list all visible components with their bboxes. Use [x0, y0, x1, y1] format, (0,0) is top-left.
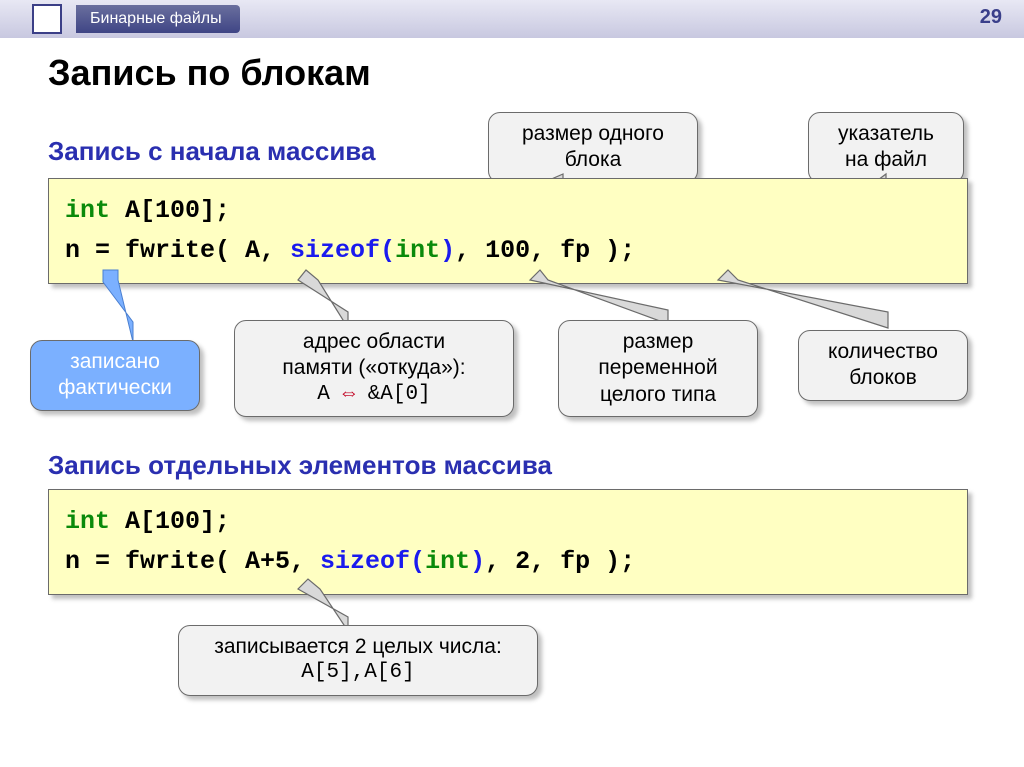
- code-paren: ): [470, 547, 485, 576]
- code-keyword-int: int: [395, 236, 440, 265]
- code-keyword-int: int: [65, 196, 110, 225]
- slide-content: Запись по блокам Запись с начала массива…: [0, 38, 1024, 723]
- code-paren: ): [440, 236, 455, 265]
- page-number: 29: [980, 6, 1002, 29]
- code-block-2: int A[100]; n = fwrite( A+5, sizeof(int)…: [48, 489, 968, 595]
- logo-square: [32, 4, 62, 34]
- code-keyword-sizeof: sizeof: [290, 236, 380, 265]
- code-text: A[100];: [110, 507, 230, 536]
- callout-two-ints: записывается 2 целых числа: A[5],A[6]: [178, 625, 538, 696]
- callout-block-count: количество блоков: [798, 330, 968, 401]
- code-text: , 2, fp );: [485, 547, 635, 576]
- callout-file-pointer: указатель на файл: [808, 112, 964, 183]
- callout-address-line2: памяти («откуда»):: [253, 355, 495, 381]
- code-frag-a0: &A[0]: [368, 383, 431, 406]
- callout-written-actually: записано фактически: [30, 340, 200, 411]
- code-paren: (: [380, 236, 395, 265]
- breadcrumb: Бинарные файлы: [76, 5, 240, 33]
- code-text: n = fwrite( A+5,: [65, 547, 320, 576]
- code-keyword-int: int: [425, 547, 470, 576]
- callout-address-area: адрес области памяти («откуда»): A ⇔ &A[…: [234, 320, 514, 417]
- code2-line2: n = fwrite( A+5, sizeof(int), 2, fp );: [65, 542, 951, 582]
- callout-two-ints-code: A[5],A[6]: [197, 660, 519, 686]
- slide-header: Бинарные файлы 29: [0, 0, 1024, 38]
- code1-line2: n = fwrite( A, sizeof(int), 100, fp );: [65, 231, 951, 271]
- code-paren: (: [410, 547, 425, 576]
- code-frag-a: A: [317, 383, 330, 406]
- section1-heading: Запись с начала массива: [48, 136, 375, 167]
- code2-line1: int A[100];: [65, 502, 951, 542]
- code-keyword-sizeof: sizeof: [320, 547, 410, 576]
- callout-address-code: A ⇔ &A[0]: [253, 382, 495, 408]
- callout-address-line1: адрес области: [253, 329, 495, 355]
- callout-two-ints-line1: записывается 2 целых числа:: [197, 634, 519, 660]
- code1-line1: int A[100];: [65, 191, 951, 231]
- code-keyword-int: int: [65, 507, 110, 536]
- code-block-1: int A[100]; n = fwrite( A, sizeof(int), …: [48, 178, 968, 284]
- arrow-icon: ⇔: [330, 383, 368, 406]
- callout-var-size: размер переменной целого типа: [558, 320, 758, 417]
- callout-block-size: размер одного блока: [488, 112, 698, 183]
- code-text: , 100, fp );: [455, 236, 635, 265]
- page-title: Запись по блокам: [48, 52, 984, 94]
- section2-heading: Запись отдельных элементов массива: [48, 450, 984, 481]
- code-text: n = fwrite( A,: [65, 236, 290, 265]
- code-text: A[100];: [110, 196, 230, 225]
